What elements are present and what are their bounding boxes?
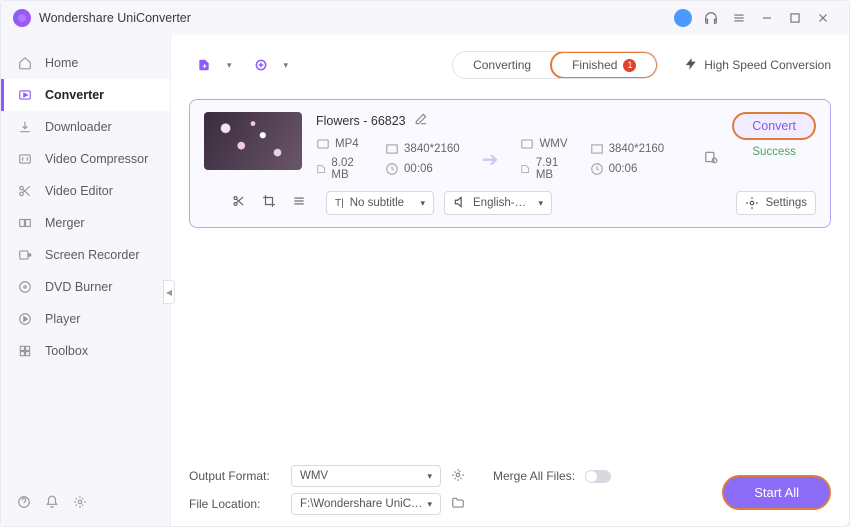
- sidebar-item-label: Player: [45, 312, 80, 326]
- sidebar-item-toolbox[interactable]: Toolbox: [1, 335, 170, 367]
- video-thumbnail[interactable]: [204, 112, 302, 170]
- subtitle-value: No subtitle: [350, 197, 404, 209]
- subtitle-select[interactable]: T|No subtitle▾: [326, 191, 434, 215]
- sidebar-item-label: Screen Recorder: [45, 248, 140, 262]
- sidebar-item-label: Downloader: [45, 120, 112, 134]
- add-folder-button[interactable]: [246, 50, 276, 80]
- merger-icon: [17, 215, 33, 231]
- add-file-button[interactable]: [189, 50, 219, 80]
- support-icon[interactable]: [697, 4, 725, 32]
- sidebar-item-compressor[interactable]: Video Compressor: [1, 143, 170, 175]
- toolbox-icon: [17, 343, 33, 359]
- dst-duration: 00:06: [590, 162, 665, 176]
- output-format-select[interactable]: WMV▾: [291, 465, 441, 487]
- file-location-value: F:\Wondershare UniConverter: [300, 498, 427, 510]
- sidebar-item-merger[interactable]: Merger: [1, 207, 170, 239]
- file-card: Flowers - 66823 MP4 8.02 MB 3840*2160 00…: [189, 99, 831, 228]
- dst-size: 7.91 MB: [520, 157, 567, 181]
- minimize-button[interactable]: [753, 4, 781, 32]
- src-resolution: 3840*2160: [385, 142, 460, 156]
- sidebar-item-downloader[interactable]: Downloader: [1, 111, 170, 143]
- open-folder-icon[interactable]: [451, 496, 465, 513]
- audio-select[interactable]: English-Advan...▾: [444, 191, 552, 215]
- add-folder-dropdown[interactable]: ▾: [284, 60, 289, 71]
- settings-icon[interactable]: [73, 495, 87, 514]
- high-speed-toggle[interactable]: High Speed Conversion: [684, 57, 831, 74]
- user-avatar[interactable]: [669, 4, 697, 32]
- src-duration: 00:06: [385, 162, 460, 176]
- app-title: Wondershare UniConverter: [39, 11, 191, 25]
- converter-icon: [17, 87, 33, 103]
- merge-label: Merge All Files:: [493, 469, 575, 483]
- output-format-value: WMV: [300, 470, 328, 482]
- sidebar-item-label: DVD Burner: [45, 280, 112, 294]
- output-settings-icon[interactable]: [451, 468, 465, 485]
- bell-icon[interactable]: [45, 495, 59, 514]
- src-size: 8.02 MB: [316, 157, 363, 181]
- download-icon: [17, 119, 33, 135]
- sidebar-item-converter[interactable]: Converter: [1, 79, 170, 111]
- maximize-button[interactable]: [781, 4, 809, 32]
- sidebar-item-label: Toolbox: [45, 344, 88, 358]
- tab-label: Converting: [473, 58, 531, 72]
- menu-icon[interactable]: [725, 4, 753, 32]
- dst-resolution: 3840*2160: [590, 142, 665, 156]
- tab-converting[interactable]: Converting: [453, 52, 551, 78]
- src-format: MP4: [316, 137, 363, 151]
- sidebar-item-editor[interactable]: Video Editor: [1, 175, 170, 207]
- sidebar-item-label: Video Compressor: [45, 152, 148, 166]
- play-icon: [17, 311, 33, 327]
- file-location-select[interactable]: F:\Wondershare UniConverter▾: [291, 493, 441, 515]
- sidebar-item-label: Home: [45, 56, 78, 70]
- sidebar-item-home[interactable]: Home: [1, 47, 170, 79]
- sidebar-item-label: Video Editor: [45, 184, 113, 198]
- home-icon: [17, 55, 33, 71]
- compressor-icon: [17, 151, 33, 167]
- crop-icon[interactable]: [262, 194, 276, 213]
- scissors-icon: [17, 183, 33, 199]
- output-format-label: Output Format:: [189, 469, 281, 483]
- app-logo: [13, 9, 31, 27]
- add-file-dropdown[interactable]: ▾: [227, 60, 232, 71]
- sidebar-item-recorder[interactable]: Screen Recorder: [1, 239, 170, 271]
- tab-label: Finished: [572, 58, 617, 72]
- sidebar-item-label: Converter: [45, 88, 104, 102]
- help-icon[interactable]: [17, 495, 31, 514]
- trim-icon[interactable]: [232, 194, 246, 213]
- settings-label: Settings: [765, 197, 807, 209]
- high-speed-label: High Speed Conversion: [704, 58, 831, 72]
- close-button[interactable]: [809, 4, 837, 32]
- settings-button[interactable]: Settings: [736, 191, 816, 215]
- sidebar-item-player[interactable]: Player: [1, 303, 170, 335]
- sidebar-item-label: Merger: [45, 216, 85, 230]
- file-location-label: File Location:: [189, 497, 281, 511]
- sidebar-item-dvd[interactable]: DVD Burner: [1, 271, 170, 303]
- lightning-icon: [684, 57, 698, 74]
- finished-count-badge: 1: [623, 59, 636, 72]
- output-settings-icon[interactable]: [704, 150, 718, 169]
- audio-value: English-Advan...: [473, 197, 532, 209]
- effect-icon[interactable]: [292, 194, 306, 213]
- status-text: Success: [752, 146, 795, 158]
- status-tabs: Converting Finished 1: [452, 51, 658, 79]
- arrow-icon: ➔: [482, 147, 499, 172]
- recorder-icon: [17, 247, 33, 263]
- dst-format: WMV: [520, 137, 567, 151]
- start-all-button[interactable]: Start All: [722, 475, 831, 510]
- merge-toggle[interactable]: [585, 470, 611, 483]
- tab-finished[interactable]: Finished 1: [550, 51, 658, 79]
- file-name: Flowers - 66823: [316, 114, 406, 128]
- sidebar: Home Converter Downloader Video Compress…: [1, 35, 171, 526]
- disc-icon: [17, 279, 33, 295]
- convert-button[interactable]: Convert: [732, 112, 816, 140]
- edit-name-icon[interactable]: [414, 112, 428, 129]
